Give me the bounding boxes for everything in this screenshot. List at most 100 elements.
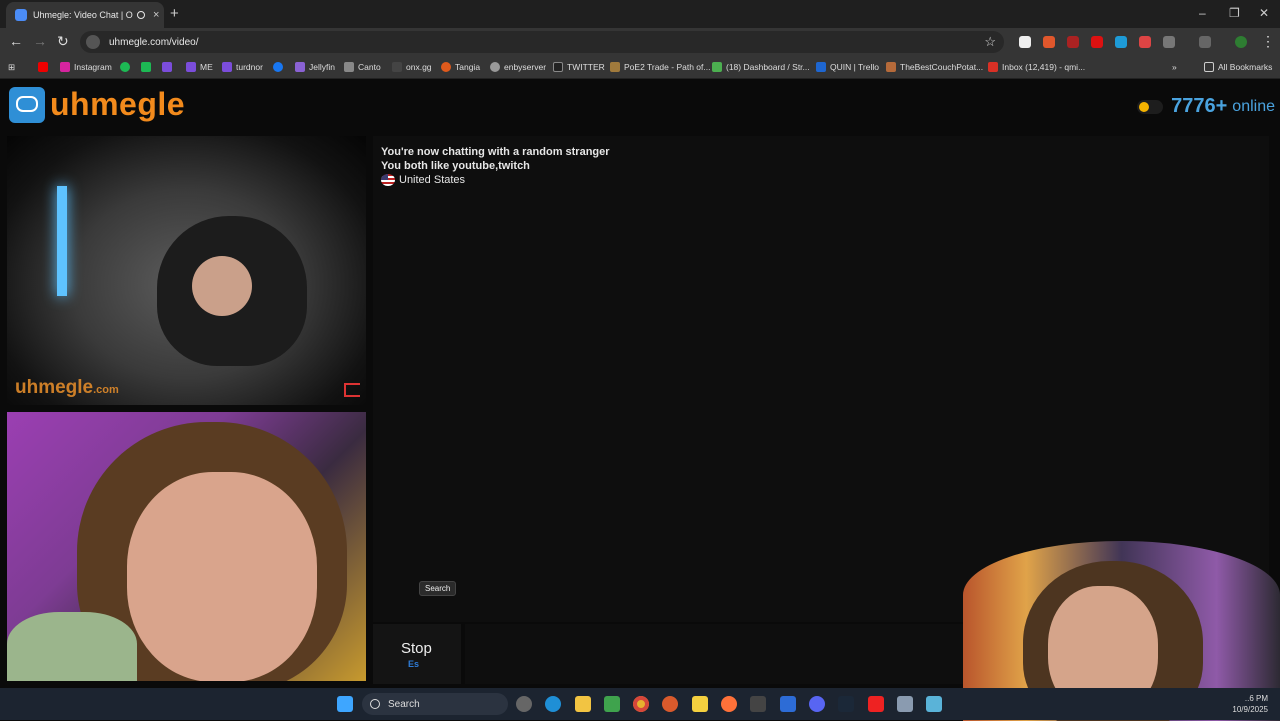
bookmark-turdnor[interactable]: turdnor xyxy=(222,60,263,74)
folder-icon xyxy=(1204,62,1214,72)
profile-avatar[interactable] xyxy=(1235,36,1247,48)
task-view-icon[interactable] xyxy=(516,696,532,712)
side-panel-icon[interactable] xyxy=(1199,36,1211,48)
all-bookmarks-folder[interactable]: All Bookmarks xyxy=(1204,60,1272,74)
minimize-button[interactable]: – xyxy=(1199,6,1206,20)
stranger-country: United States xyxy=(381,174,465,187)
bookmark-onx[interactable]: onx.gg xyxy=(392,60,432,74)
extensions-puzzle-icon[interactable] xyxy=(1163,36,1175,48)
chrome-icon[interactable] xyxy=(633,696,649,712)
bookmark-enbyserver[interactable]: enbyserver xyxy=(490,60,546,74)
extension-k-icon[interactable] xyxy=(1019,36,1031,48)
windows-start-icon[interactable] xyxy=(337,696,353,712)
self-face xyxy=(127,472,317,681)
bookmark-me[interactable]: ME xyxy=(186,60,213,74)
bookmark-tangia[interactable]: Tangia xyxy=(441,60,480,74)
bookmark-app[interactable] xyxy=(141,60,155,74)
browser-tab[interactable]: Uhmegle: Video Chat | Ome × xyxy=(6,2,164,28)
app-dark-icon[interactable] xyxy=(750,696,766,712)
bookmark-twitter[interactable]: TWITTER xyxy=(553,60,605,74)
firefox-icon[interactable] xyxy=(721,696,737,712)
extension-youtube-icon[interactable] xyxy=(1091,36,1103,48)
extension-red-icon[interactable] xyxy=(1139,36,1151,48)
steam-icon[interactable] xyxy=(838,696,854,712)
twitch-icon xyxy=(186,62,196,72)
forward-button[interactable]: → xyxy=(33,33,47,49)
tab-title: Uhmegle: Video Chat | Ome xyxy=(33,10,133,20)
bookmark-trello[interactable]: QUIN | Trello xyxy=(816,60,879,74)
bookmark-instagram[interactable]: Instagram xyxy=(60,60,112,74)
bookmark-facebook[interactable] xyxy=(273,60,287,74)
address-bar[interactable]: uhmegle.com/video/ ☆ xyxy=(80,31,1004,53)
app-orange-icon[interactable] xyxy=(662,696,678,712)
site-logo[interactable]: uhmegle xyxy=(9,86,185,123)
browser-tab-bar: Uhmegle: Video Chat | Ome × + – ❐ ✕ xyxy=(0,0,1280,28)
sticky-notes-icon[interactable] xyxy=(692,696,708,712)
bookmark-spotify[interactable] xyxy=(120,60,134,74)
stop-button[interactable]: Stop Es xyxy=(373,624,461,684)
video-watermark: uhmegle.com xyxy=(15,377,119,398)
url-text: uhmegle.com/video/ xyxy=(109,36,199,48)
settings-gear-icon[interactable] xyxy=(897,696,913,712)
poe-icon xyxy=(610,62,620,72)
taskbar-search-label: Search xyxy=(388,698,420,710)
clock-time: ..6 PM xyxy=(1244,694,1268,703)
browser-toolbar: ← → ↻ uhmegle.com/video/ ☆ ⋮ xyxy=(0,28,1280,56)
bookmark-star-icon[interactable]: ☆ xyxy=(984,34,996,50)
online-count: 7776+ xyxy=(1171,95,1228,117)
back-button[interactable]: ← xyxy=(9,33,23,49)
self-video xyxy=(7,412,366,681)
jellyfin-icon xyxy=(295,62,305,72)
bookmark-inbox[interactable]: Inbox (12,419) - qmi... xyxy=(988,60,1085,74)
us-flag-icon xyxy=(381,174,395,187)
site-info-icon[interactable] xyxy=(86,35,100,49)
common-interests: You both like youtube,twitch xyxy=(381,160,530,172)
app-red-icon[interactable] xyxy=(868,696,884,712)
close-tab-icon[interactable]: × xyxy=(153,9,159,21)
apps-grid-icon[interactable]: ⊞ xyxy=(8,60,15,74)
online-counter: 7776+ online xyxy=(1137,95,1275,118)
globe-icon xyxy=(490,62,500,72)
bookmark-couchpotato[interactable]: TheBestCouchPotat... xyxy=(886,60,983,74)
menu-kebab-icon[interactable]: ⋮ xyxy=(1261,33,1275,50)
search-icon xyxy=(370,699,380,709)
app-blue-icon[interactable] xyxy=(780,696,796,712)
more-bookmarks-icon[interactable]: » xyxy=(1172,60,1177,74)
bookmark-jellyfin[interactable]: Jellyfin xyxy=(295,60,335,74)
extension-badge-icon[interactable] xyxy=(1067,36,1079,48)
file-explorer-icon[interactable] xyxy=(575,696,591,712)
twitch-icon xyxy=(162,62,172,72)
facebook-icon xyxy=(273,62,283,72)
system-clock[interactable]: ..6 PM 10/9/2025 xyxy=(1232,693,1268,715)
extension-fox-icon[interactable] xyxy=(1043,36,1055,48)
report-flag-icon[interactable] xyxy=(344,383,360,397)
couchpotato-icon xyxy=(886,62,896,72)
dashboard-icon xyxy=(712,62,722,72)
discord-icon[interactable] xyxy=(809,696,825,712)
windows-taskbar: Search ..6 PM 10/9/2025 xyxy=(0,688,1280,720)
close-window-button[interactable]: ✕ xyxy=(1259,6,1269,20)
gmail-icon xyxy=(988,62,998,72)
tangia-icon xyxy=(441,62,451,72)
spotify-icon xyxy=(120,62,130,72)
logo-wordmark: uhmegle xyxy=(50,86,186,122)
new-tab-button[interactable]: + xyxy=(170,5,179,22)
instagram-icon xyxy=(60,62,70,72)
bookmark-poe2[interactable]: PoE2 Trade - Path of... xyxy=(610,60,710,74)
extension-translate-icon[interactable] xyxy=(1115,36,1127,48)
bookmark-twitch[interactable] xyxy=(162,60,176,74)
bookmarks-bar: ⊞ Instagram ME turdnor Jellyfin Canto on… xyxy=(0,56,1280,79)
message-input[interactable] xyxy=(465,624,965,684)
reload-button[interactable]: ↻ xyxy=(57,33,69,50)
edge-icon[interactable] xyxy=(545,696,561,712)
maximize-button[interactable]: ❐ xyxy=(1229,6,1240,20)
taskbar-search[interactable]: Search xyxy=(362,693,508,715)
bookmark-dashboard[interactable]: (18) Dashboard / Str... xyxy=(712,60,810,74)
theme-toggle[interactable] xyxy=(1137,99,1164,114)
notepad-icon[interactable] xyxy=(926,696,942,712)
media-player-icon[interactable] xyxy=(604,696,620,712)
clock-date: 10/9/2025 xyxy=(1232,705,1268,714)
bookmark-canto[interactable]: Canto xyxy=(344,60,381,74)
bookmark-youtube[interactable] xyxy=(38,60,52,74)
chat-bubble-icon xyxy=(9,86,45,123)
